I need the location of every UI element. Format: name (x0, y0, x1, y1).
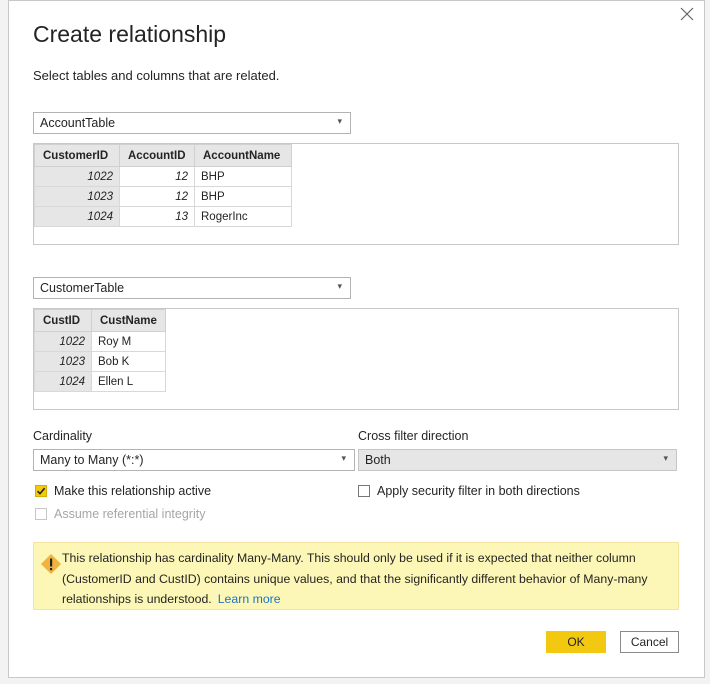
table-cell: BHP (194, 166, 292, 187)
table-cell: 1024 (34, 371, 92, 392)
checkbox-icon (358, 485, 370, 497)
cardinality-warning: This relationship has cardinality Many-M… (33, 542, 679, 610)
dialog-title: Create relationship (33, 21, 227, 47)
make-active-checkbox[interactable]: Make this relationship active (35, 484, 211, 498)
table-cell: 12 (119, 166, 195, 187)
chevron-down-icon: ▾ (663, 453, 668, 463)
table-row: 1022 Roy M (34, 331, 166, 352)
table-cell: Bob K (91, 351, 166, 372)
learn-more-link[interactable]: Learn more (218, 592, 281, 606)
security-filter-label: Apply security filter in both directions (377, 484, 580, 498)
cardinality-select-value: Many to Many (*:*) (40, 453, 144, 467)
warning-icon (41, 554, 61, 574)
cancel-button[interactable]: Cancel (620, 631, 679, 653)
table2-select-value: CustomerTable (40, 281, 125, 295)
table-cell: Ellen L (91, 371, 166, 392)
table1-select[interactable]: AccountTable ▾ (33, 112, 351, 134)
table-row: 1023 Bob K (34, 351, 166, 372)
table1-grid: CustomerID AccountID AccountName 1022 12 BHP… (34, 144, 292, 227)
dialog-subtitle: Select tables and columns that are relat… (33, 68, 280, 83)
table-cell: 13 (119, 206, 195, 227)
table-cell: RogerInc (194, 206, 292, 227)
table-row: 1023 12 BHP (34, 186, 292, 207)
table2-preview: CustID CustName 1022 Roy M 1023 Bob K 1024 Ell… (33, 308, 679, 410)
ok-button[interactable]: OK (546, 631, 606, 653)
column-header: AccountID (119, 144, 195, 167)
security-filter-checkbox[interactable]: Apply security filter in both directions (358, 484, 580, 498)
referential-integrity-label: Assume referential integrity (54, 507, 206, 521)
column-header: CustName (91, 309, 166, 332)
cardinality-label: Cardinality (33, 429, 93, 443)
warning-text: This relationship has cardinality Many-M… (62, 551, 648, 606)
cross-filter-select[interactable]: Both ▾ (358, 449, 677, 471)
table-cell: 1023 (34, 186, 120, 207)
warning-message: This relationship has cardinality Many-M… (62, 548, 672, 610)
referential-integrity-checkbox[interactable]: Assume referential integrity (35, 507, 205, 521)
table1-preview: CustomerID AccountID AccountName 1022 12 BHP… (33, 143, 679, 245)
table2-select[interactable]: CustomerTable ▾ (33, 277, 351, 299)
close-icon[interactable] (678, 5, 696, 23)
create-relationship-dialog: Create relationship Select tables and co… (8, 0, 705, 678)
table-cell: Roy M (91, 331, 166, 352)
table-row: 1024 Ellen L (34, 371, 166, 392)
cardinality-select[interactable]: Many to Many (*:*) ▾ (33, 449, 355, 471)
table-cell: 1022 (34, 166, 120, 187)
table-cell: BHP (194, 186, 292, 207)
table-cell: 1024 (34, 206, 120, 227)
checkmark-icon (35, 485, 47, 497)
chevron-down-icon: ▾ (337, 281, 342, 291)
cross-filter-label: Cross filter direction (358, 429, 469, 443)
table-row: 1022 12 BHP (34, 166, 292, 187)
table2-grid: CustID CustName 1022 Roy M 1023 Bob K 1024 Ell… (34, 309, 166, 392)
column-header: CustID (34, 309, 92, 332)
table-cell: 1023 (34, 351, 92, 372)
column-header: CustomerID (34, 144, 120, 167)
table-cell: 12 (119, 186, 195, 207)
make-active-label: Make this relationship active (54, 484, 212, 498)
cross-filter-select-value: Both (365, 453, 391, 467)
chevron-down-icon: ▾ (341, 453, 346, 463)
checkbox-icon (35, 508, 47, 520)
table-row: 1024 13 RogerInc (34, 206, 292, 227)
column-header: AccountName (194, 144, 292, 167)
table1-select-value: AccountTable (40, 116, 116, 130)
table-cell: 1022 (34, 331, 92, 352)
chevron-down-icon: ▾ (337, 116, 342, 126)
